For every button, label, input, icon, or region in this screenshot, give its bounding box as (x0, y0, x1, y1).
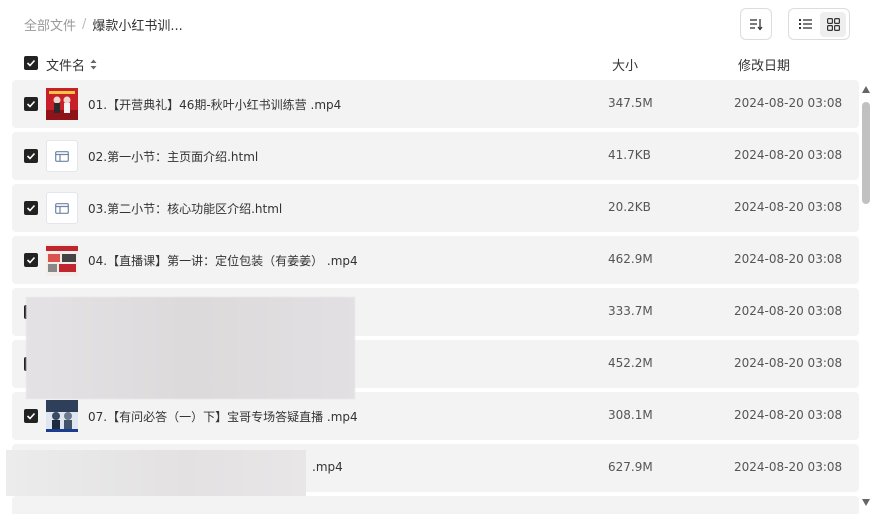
grid-view-icon (826, 17, 840, 31)
check-icon (26, 100, 36, 108)
file-date: 2024-08-20 03:08 (734, 200, 843, 214)
video-thumbnail (46, 244, 78, 276)
file-size: 333.7M (608, 304, 653, 318)
file-name[interactable]: 03.第二小节：核心功能区介绍.html (88, 200, 282, 217)
check-icon (26, 204, 36, 212)
file-date: 2024-08-20 03:08 (734, 96, 843, 110)
file-row[interactable]: 03.第二小节：核心功能区介绍.html 20.2KB 2024-08-20 0… (12, 184, 859, 232)
check-icon (26, 59, 36, 67)
file-name[interactable]: .mp4 (312, 460, 343, 474)
video-thumbnail (46, 88, 78, 120)
scrollbar[interactable] (860, 86, 872, 510)
file-list-header: 文件名 大小 修改日期 (24, 55, 854, 74)
file-size: 308.1M (608, 408, 653, 422)
file-date: 2024-08-20 03:08 (734, 460, 843, 474)
row-checkbox[interactable] (24, 253, 38, 267)
column-header-name[interactable]: 文件名 (46, 55, 97, 74)
file-row[interactable]: 04.【直播课】第一讲：定位包装（有姜姜） .mp4 462.9M 2024-0… (12, 236, 859, 284)
file-size: 462.9M (608, 252, 653, 266)
file-size: 452.2M (608, 356, 653, 370)
file-date: 2024-08-20 03:08 (734, 148, 843, 162)
html-file-icon (46, 140, 78, 172)
file-date: 2024-08-20 03:08 (734, 356, 843, 370)
file-date: 2024-08-20 03:08 (734, 408, 843, 422)
file-name[interactable]: 01.【开营典礼】46期-秋叶小红书训练营 .mp4 (88, 96, 341, 113)
html-file-icon (46, 192, 78, 224)
breadcrumb-current: 爆款小红书训... (92, 19, 183, 34)
redaction-overlay (26, 297, 355, 399)
breadcrumb: 全部文件 / 爆款小红书训... (24, 15, 183, 34)
file-row[interactable] (12, 496, 859, 514)
check-icon (26, 152, 36, 160)
column-header-name-label: 文件名 (46, 59, 86, 74)
column-header-date[interactable]: 修改日期 (738, 55, 790, 74)
column-header-size[interactable]: 大小 (612, 55, 638, 74)
sort-arrows-icon (90, 59, 97, 70)
file-date: 2024-08-20 03:08 (734, 252, 843, 266)
scrollbar-thumb[interactable] (862, 102, 870, 204)
video-thumbnail (46, 400, 78, 432)
grid-view-button[interactable] (820, 11, 846, 37)
view-toggle (788, 8, 850, 40)
file-size: 41.7KB (608, 148, 651, 162)
sort-button[interactable] (740, 8, 772, 40)
row-checkbox[interactable] (24, 97, 38, 111)
file-row[interactable]: 07.【有问必答（一）下】宝哥专场答疑直播 .mp4 308.1M 2024-0… (12, 392, 859, 440)
breadcrumb-root-link[interactable]: 全部文件 (24, 15, 76, 34)
list-view-icon (798, 19, 812, 29)
sort-icon (750, 19, 763, 31)
file-name[interactable]: 02.第一小节：主页面介绍.html (88, 148, 258, 165)
file-row[interactable]: 01.【开营典礼】46期-秋叶小红书训练营 .mp4 347.5M 2024-0… (12, 80, 859, 128)
scroll-up-arrow-icon[interactable] (862, 86, 870, 93)
file-date: 2024-08-20 03:08 (734, 304, 843, 318)
select-all-checkbox[interactable] (24, 56, 38, 70)
file-size: 627.9M (608, 460, 653, 474)
scroll-down-arrow-icon[interactable] (862, 499, 870, 506)
breadcrumb-separator: / (82, 17, 87, 32)
row-checkbox[interactable] (24, 201, 38, 215)
file-name[interactable]: 07.【有问必答（一）下】宝哥专场答疑直播 .mp4 (88, 408, 358, 425)
row-checkbox[interactable] (24, 149, 38, 163)
file-name[interactable]: 04.【直播课】第一讲：定位包装（有姜姜） .mp4 (88, 252, 358, 269)
check-icon (26, 256, 36, 264)
file-size: 20.2KB (608, 200, 651, 214)
file-size: 347.5M (608, 96, 653, 110)
row-checkbox[interactable] (24, 409, 38, 423)
file-row[interactable]: 02.第一小节：主页面介绍.html 41.7KB 2024-08-20 03:… (12, 132, 859, 180)
redaction-overlay (6, 450, 306, 496)
list-view-button[interactable] (792, 12, 818, 37)
check-icon (26, 412, 36, 420)
